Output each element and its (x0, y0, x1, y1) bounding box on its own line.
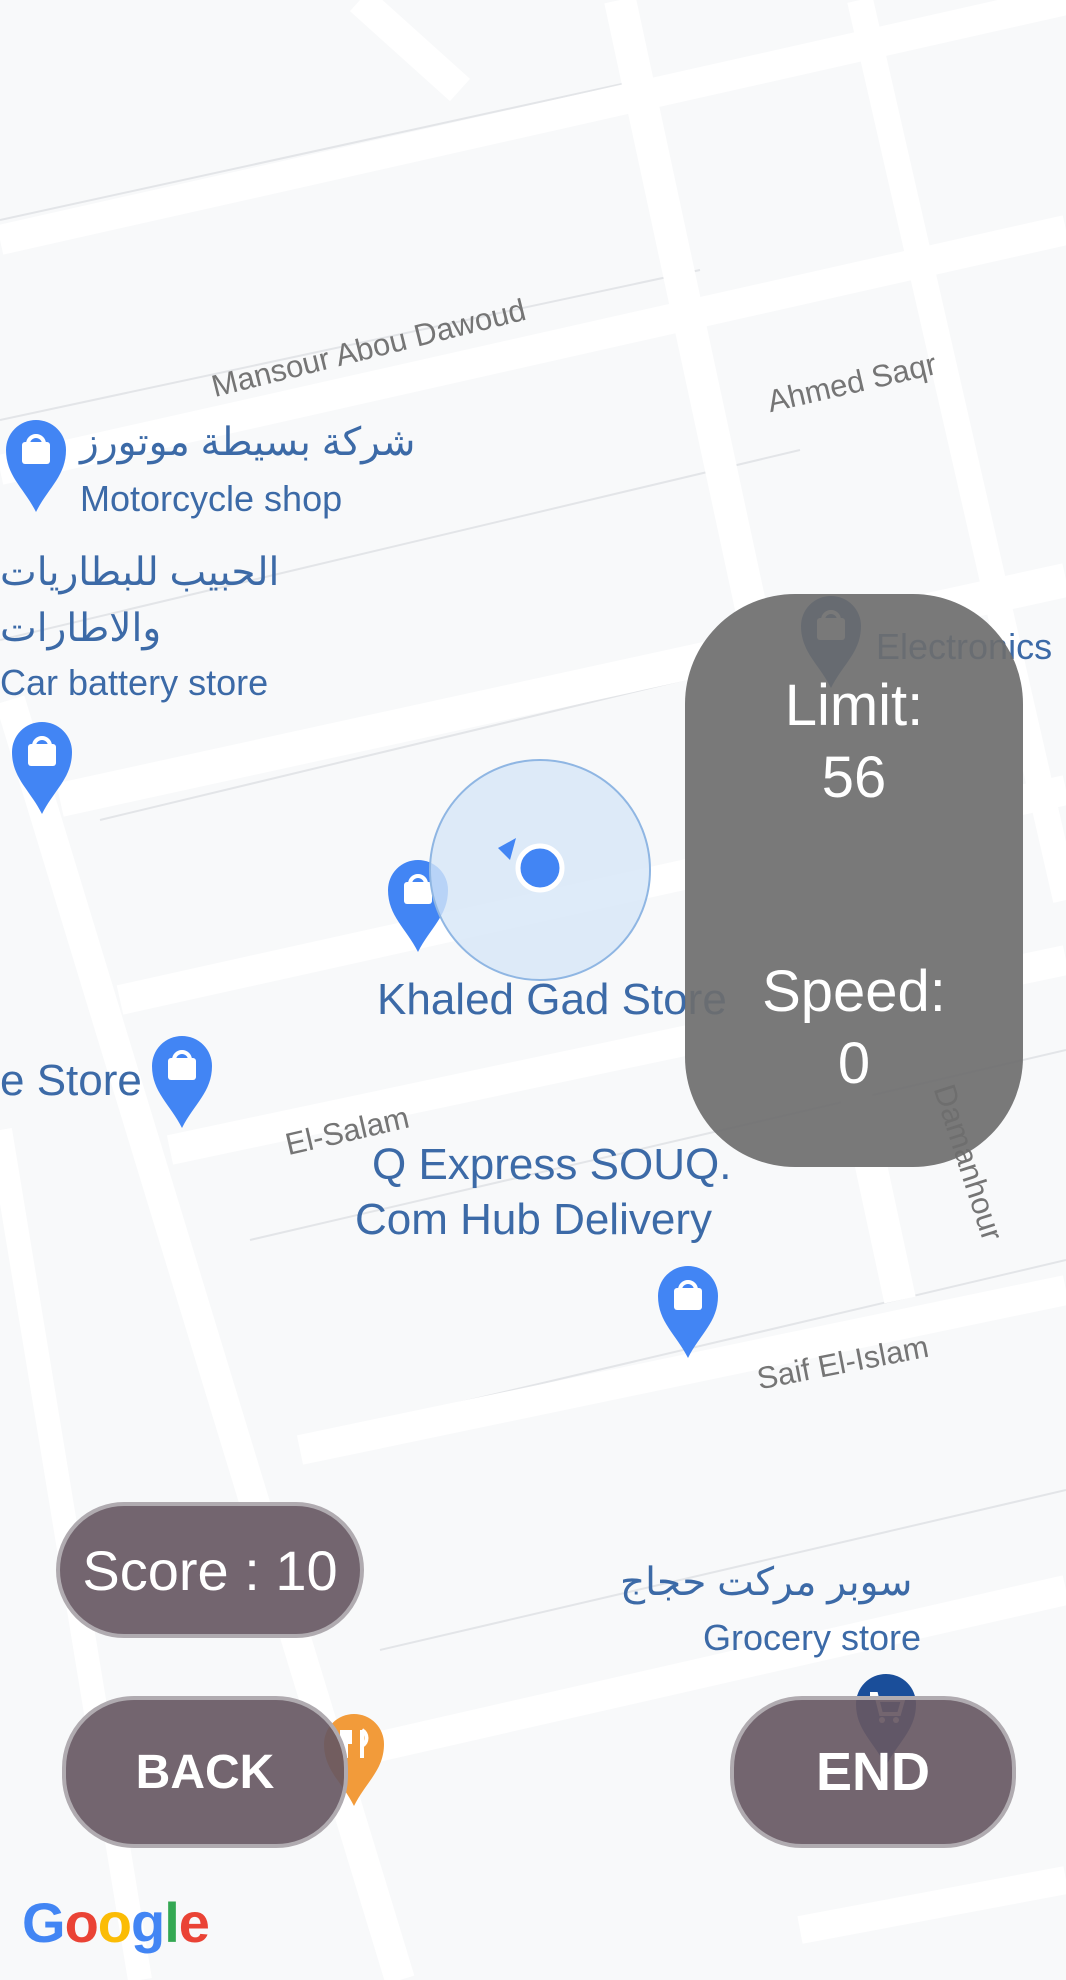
current-location-indicator (429, 759, 651, 981)
poi-grocery-arabic[interactable]: سوبر مركت حجاج (620, 1560, 912, 1605)
poi-motorcycle-arabic[interactable]: شركة بسيطة موتورز (80, 420, 415, 465)
poi-battery-arabic-line1[interactable]: الحبيب للبطاريات (0, 550, 279, 595)
google-logo: Google (22, 1891, 210, 1954)
speed-label: Speed: (762, 959, 946, 1024)
limit-label: Limit: (784, 673, 924, 738)
back-button[interactable]: BACK (62, 1696, 348, 1848)
speed-value: 0 (837, 1031, 871, 1096)
score-text: Score : 10 (82, 1538, 338, 1602)
location-dot-icon (515, 843, 565, 893)
poi-store-partial[interactable]: e Store (0, 1056, 142, 1106)
shopping-bag-pin-icon[interactable] (656, 1264, 720, 1360)
end-button-label: END (815, 1742, 930, 1802)
limit-value: 56 (821, 745, 887, 810)
score-badge: Score : 10 (56, 1502, 364, 1638)
speed-limit-panel: Limit: 56 Speed: 0 (685, 594, 1023, 1167)
poi-qexpress-line1[interactable]: Q Express SOUQ. (372, 1140, 731, 1190)
poi-motorcycle-english[interactable]: Motorcycle shop (80, 478, 342, 520)
poi-battery-arabic-line2[interactable]: والاطارات (0, 606, 161, 651)
shopping-bag-pin-icon[interactable] (4, 418, 68, 514)
poi-qexpress-line2[interactable]: Com Hub Delivery (355, 1195, 712, 1245)
shopping-bag-pin-icon[interactable] (10, 720, 74, 816)
back-button-label: BACK (135, 1745, 275, 1799)
end-button[interactable]: END (730, 1696, 1016, 1848)
shopping-bag-pin-icon[interactable] (150, 1034, 214, 1130)
poi-battery-english[interactable]: Car battery store (0, 662, 268, 704)
poi-grocery-english[interactable]: Grocery store (703, 1617, 921, 1659)
